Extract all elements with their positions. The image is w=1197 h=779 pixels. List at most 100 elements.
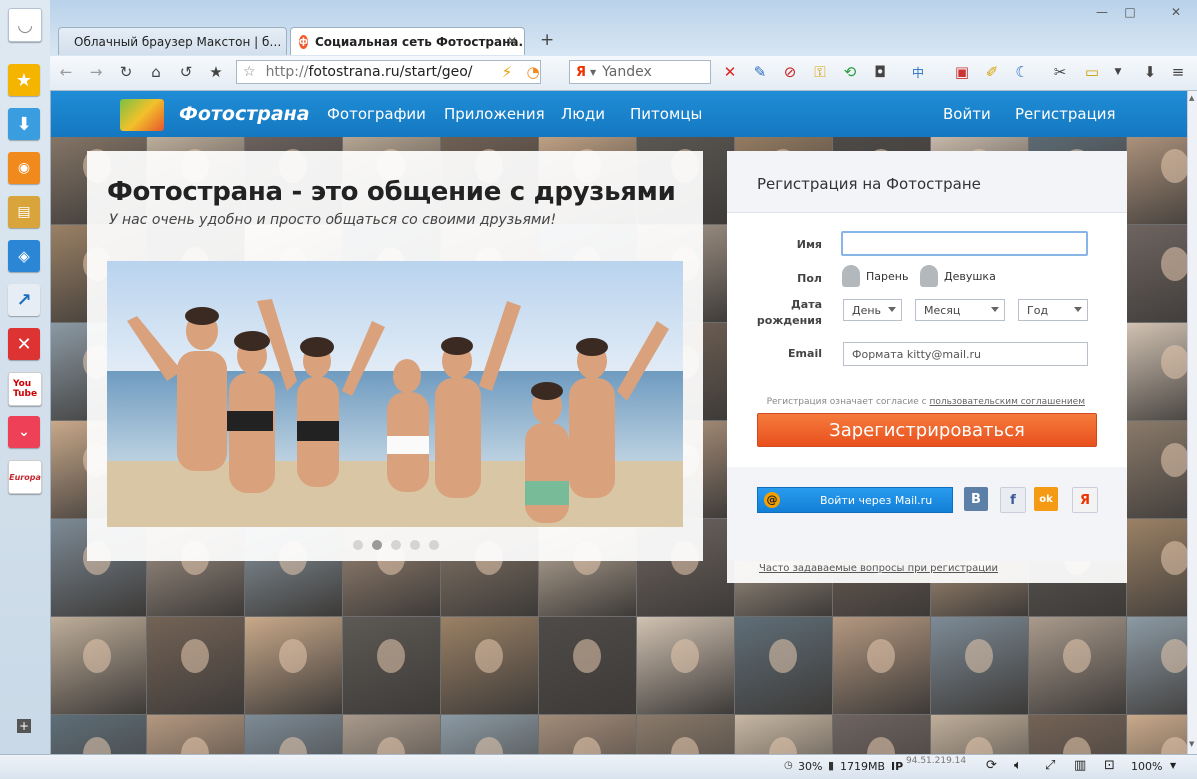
carousel-dot-2[interactable] — [372, 540, 382, 550]
user-photo-tile[interactable] — [637, 715, 734, 754]
carousel-dot-3[interactable] — [391, 540, 401, 550]
undo-close-icon[interactable]: ↺ — [176, 62, 196, 82]
user-photo-tile[interactable] — [147, 715, 244, 754]
tools-icon[interactable]: ▣ — [952, 62, 972, 82]
home-icon[interactable]: ⌂ — [146, 62, 166, 82]
faq-link[interactable]: Часто задаваемые вопросы при регистрации — [759, 563, 998, 574]
vertical-scrollbar[interactable]: ▲ ▼ — [1187, 91, 1197, 754]
nav-pets[interactable]: Питомцы — [630, 105, 702, 123]
refresh-green-icon[interactable]: ⟲ — [840, 62, 860, 82]
zoom-level[interactable]: 100% — [1131, 760, 1162, 773]
bookmark-star-icon[interactable]: ☆ — [243, 64, 256, 80]
name-input[interactable] — [841, 231, 1088, 256]
maxthon-screen-icon[interactable]: ◈ — [8, 240, 40, 272]
pocket-icon[interactable]: ⌄ — [8, 416, 40, 448]
favorites-star-icon[interactable]: ★ — [8, 64, 40, 96]
yandex-icon[interactable]: Я — [1072, 487, 1098, 513]
adblock-red-x-icon[interactable]: ✕ — [720, 62, 740, 82]
feed-icon[interactable]: ◔ — [523, 62, 543, 82]
gender-female-option[interactable]: Девушка — [920, 265, 996, 287]
email-input[interactable]: Формата kitty@mail.ru — [843, 342, 1088, 366]
forward-icon[interactable]: → — [86, 62, 106, 82]
user-photo-tile[interactable] — [539, 617, 636, 714]
facebook-icon[interactable]: f — [1000, 487, 1026, 513]
user-photo-tile[interactable] — [343, 617, 440, 714]
scroll-down-icon[interactable]: ▼ — [1189, 740, 1194, 748]
user-photo-tile[interactable] — [441, 617, 538, 714]
close-window-icon[interactable]: ✕ — [1156, 4, 1196, 20]
scroll-up-icon[interactable]: ▲ — [1189, 94, 1194, 102]
carousel-dot-1[interactable] — [353, 540, 363, 550]
user-photo-tile[interactable] — [441, 715, 538, 754]
zoom-dropdown-icon[interactable]: ▼ — [1170, 761, 1176, 770]
user-photo-tile[interactable] — [1127, 323, 1187, 420]
login-link[interactable]: Войти — [943, 105, 991, 123]
tab-fotostrana[interactable]: ф Социальная сеть Фотострана. … ✕ — [290, 27, 525, 55]
fotostrana-logo-icon[interactable] — [120, 99, 164, 131]
birth-year-select[interactable]: Год — [1018, 299, 1088, 321]
vkontakte-icon[interactable]: В — [964, 487, 988, 511]
minimize-icon[interactable]: — — [1090, 4, 1114, 20]
register-link[interactable]: Регистрация — [1015, 105, 1116, 123]
agreement-link[interactable]: пользовательским соглашением — [929, 397, 1085, 407]
brush-icon[interactable]: ✐ — [982, 62, 1002, 82]
sync-icon[interactable]: ⟳ — [986, 758, 997, 773]
europa-plus-icon[interactable]: Europa — [8, 460, 42, 494]
youtube-icon[interactable]: You Tube — [8, 372, 42, 406]
address-bar[interactable]: ☆ http://fotostrana.ru/start/geo/ — [236, 60, 541, 84]
reload-icon[interactable]: ↻ — [116, 62, 136, 82]
camera-icon[interactable]: ◘ — [870, 62, 890, 82]
user-photo-tile[interactable] — [637, 617, 734, 714]
rss-icon[interactable]: ◉ — [8, 152, 40, 184]
notes-pen-icon[interactable]: ✎ — [750, 62, 770, 82]
gender-male-option[interactable]: Парень — [842, 265, 908, 287]
register-submit-button[interactable]: Зарегистрироваться — [757, 413, 1097, 447]
nav-photos[interactable]: Фотографии — [327, 105, 426, 123]
user-photo-tile[interactable] — [539, 715, 636, 754]
page-zoom-icon[interactable]: ⊡ — [1104, 758, 1115, 773]
user-photo-tile[interactable] — [51, 617, 146, 714]
user-photo-tile[interactable] — [931, 617, 1028, 714]
yandex-logo-icon[interactable]: Я — [576, 65, 586, 80]
add-panel-icon[interactable]: + — [17, 719, 31, 733]
search-engine-dropdown-icon[interactable]: ▼ — [590, 68, 596, 77]
user-photo-tile[interactable] — [833, 617, 930, 714]
block-icon[interactable]: ⊘ — [780, 62, 800, 82]
carousel-dot-4[interactable] — [410, 540, 420, 550]
user-photo-tile[interactable] — [1029, 617, 1126, 714]
notes-icon[interactable]: ▤ — [8, 196, 40, 228]
user-photo-tile[interactable] — [833, 715, 930, 754]
user-photo-tile[interactable] — [1127, 421, 1187, 518]
night-mode-icon[interactable]: ☾ — [1012, 62, 1032, 82]
maxthon-smiley-icon[interactable]: ◡ — [8, 8, 42, 42]
wrench-icon[interactable]: ✂ — [1050, 62, 1070, 82]
nav-people[interactable]: Люди — [561, 105, 605, 123]
tab-maxthon[interactable]: Облачный браузер Макстон | б… — [58, 27, 287, 55]
fullscreen-icon[interactable]: ⤢ — [1045, 758, 1055, 773]
user-photo-tile[interactable] — [1127, 127, 1187, 224]
user-photo-tile[interactable] — [931, 715, 1028, 754]
menu-icon[interactable]: ≡ — [1168, 62, 1188, 82]
user-photo-tile[interactable] — [735, 617, 832, 714]
downloads-icon[interactable]: ⬇ — [1140, 62, 1160, 82]
snap-icon[interactable]: ▭ — [1082, 62, 1102, 82]
carousel-dot-5[interactable] — [429, 540, 439, 550]
user-photo-tile[interactable] — [1127, 617, 1187, 714]
nav-apps[interactable]: Приложения — [444, 105, 545, 123]
split-view-icon[interactable]: ▥ — [1074, 758, 1086, 773]
close-red-icon[interactable]: ✕ — [8, 328, 40, 360]
back-icon[interactable]: ← — [56, 62, 76, 82]
skype-arrow-icon[interactable]: ↗ — [8, 284, 40, 316]
user-photo-tile[interactable] — [51, 715, 146, 754]
birth-day-select[interactable]: День — [843, 299, 902, 321]
user-photo-tile[interactable] — [343, 715, 440, 754]
user-photo-tile[interactable] — [735, 715, 832, 754]
key-icon[interactable]: ⚿ — [810, 62, 830, 82]
translate-icon[interactable]: 中 — [908, 62, 928, 82]
user-photo-tile[interactable] — [245, 617, 342, 714]
lightning-icon[interactable]: ⚡ — [497, 62, 517, 82]
user-photo-tile[interactable] — [1029, 715, 1126, 754]
new-tab-button[interactable]: + — [540, 30, 554, 50]
sound-icon[interactable]: 🔈︎ — [1014, 758, 1022, 773]
user-photo-tile[interactable] — [147, 617, 244, 714]
